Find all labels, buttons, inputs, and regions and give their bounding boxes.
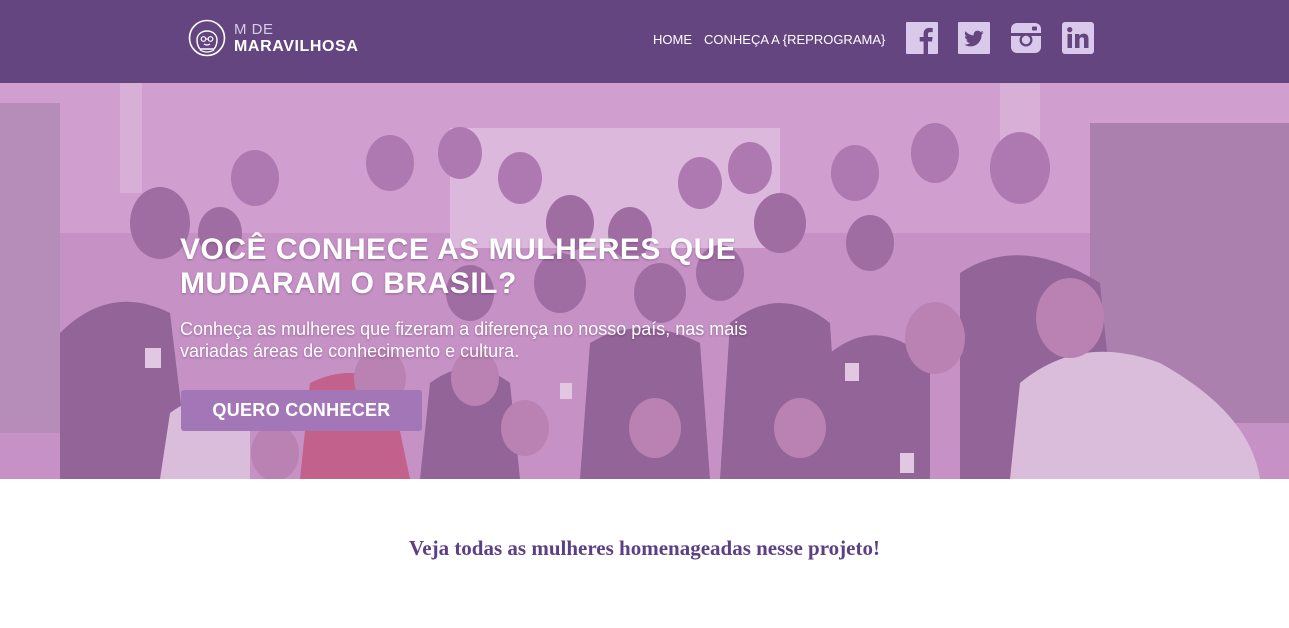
social-links xyxy=(906,22,1094,54)
hero-title: VOCÊ CONHECE AS MULHERES QUE MUDARAM O B… xyxy=(180,233,737,300)
quero-conhecer-button[interactable]: QUERO CONHECER xyxy=(181,390,422,431)
nav-link-reprograma[interactable]: CONHEÇA A {REPROGRAMA} xyxy=(704,32,885,47)
section-heading: Veja todas as mulheres homenageadas ness… xyxy=(409,536,880,560)
woman-face-logo-icon xyxy=(188,19,226,57)
linkedin-icon[interactable] xyxy=(1062,22,1094,54)
hero-section: VOCÊ CONHECE AS MULHERES QUE MUDARAM O B… xyxy=(0,83,1289,479)
site-logo[interactable]: M DE MARAVILHOSA xyxy=(188,16,359,60)
site-header: M DE MARAVILHOSA HOME CONHEÇA A {REPROGR… xyxy=(0,0,1289,83)
twitter-icon[interactable] xyxy=(958,22,990,54)
hero-subtitle: Conheça as mulheres que fizeram a difere… xyxy=(180,319,748,361)
logo-text-line1: M DE xyxy=(234,20,274,38)
nav-link-home[interactable]: HOME xyxy=(653,32,692,47)
facebook-icon[interactable] xyxy=(906,22,938,54)
instagram-icon[interactable] xyxy=(1010,22,1042,54)
main-nav: HOME CONHEÇA A {REPROGRAMA} xyxy=(653,32,885,47)
logo-text-line2: MARAVILHOSA xyxy=(234,37,359,55)
